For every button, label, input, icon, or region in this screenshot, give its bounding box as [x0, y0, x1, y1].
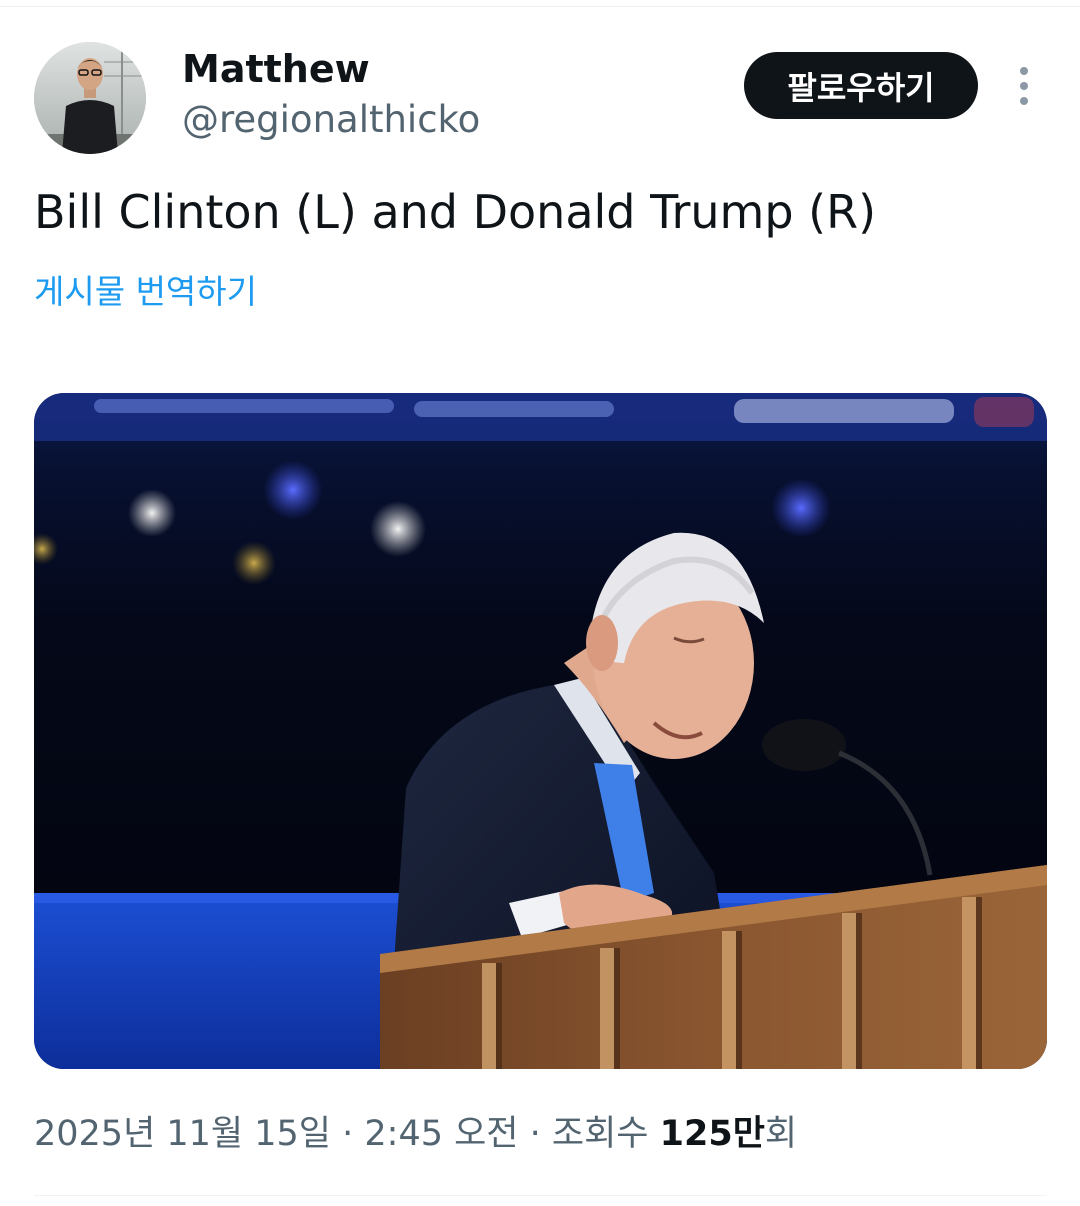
meta-separator: · — [518, 1114, 552, 1154]
views-label: 조회수 — [551, 1114, 649, 1154]
podium-photo-image — [34, 393, 1047, 1069]
tweet-photo[interactable] — [34, 393, 1047, 1069]
avatar-image — [34, 42, 146, 154]
user-handle[interactable]: @regionalthicko — [182, 96, 480, 144]
tweet-text: Bill Clinton (L) and Donald Trump (R) — [34, 185, 877, 239]
views-count: 125만 — [659, 1114, 765, 1154]
post-date[interactable]: 2025년 11월 15일 — [34, 1114, 331, 1154]
more-dot — [1020, 82, 1028, 90]
follow-button[interactable]: 팔로우하기 — [744, 52, 978, 119]
meta-separator: · — [331, 1114, 365, 1154]
top-divider — [0, 6, 1080, 7]
views-suffix: 회 — [764, 1114, 798, 1154]
more-dot — [1020, 67, 1028, 75]
more-vertical-icon[interactable] — [1004, 62, 1044, 110]
post-time[interactable]: 2:45 오전 — [364, 1114, 518, 1154]
more-dot — [1020, 97, 1028, 105]
translate-post-link[interactable]: 게시물 번역하기 — [34, 268, 257, 316]
tweet-meta: 2025년 11월 15일 · 2:45 오전 · 조회수 125만회 — [34, 1108, 797, 1160]
bottom-divider — [34, 1195, 1047, 1196]
display-name[interactable]: Matthew — [182, 44, 370, 94]
avatar[interactable] — [34, 42, 146, 154]
